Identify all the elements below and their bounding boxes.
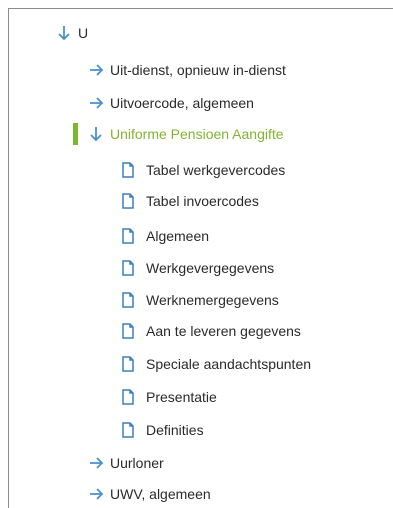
document-icon bbox=[120, 257, 136, 279]
document-icon bbox=[120, 386, 136, 408]
document-icon bbox=[120, 159, 136, 181]
arrow-right-icon bbox=[88, 59, 104, 81]
tree-node-label: Speciale aandachtspunten bbox=[146, 356, 312, 372]
tree-node-label: Uniforme Pensioen Aangifte bbox=[110, 126, 284, 142]
document-icon bbox=[120, 320, 136, 342]
tree-node-label: Uit-dienst, opnieuw in-dienst bbox=[110, 62, 286, 78]
document-icon bbox=[120, 190, 136, 212]
tree-node-label: Werkgevergegevens bbox=[146, 260, 275, 276]
arrow-right-icon bbox=[88, 452, 104, 474]
arrow-right-icon bbox=[88, 92, 104, 114]
tree-node-label: U bbox=[78, 25, 89, 41]
arrow-right-icon bbox=[88, 483, 104, 505]
document-icon bbox=[120, 225, 136, 247]
tree-node-label: Uitvoercode, algemeen bbox=[110, 95, 254, 111]
arrow-down-icon bbox=[88, 123, 104, 145]
tree-node-label: Algemeen bbox=[146, 228, 210, 244]
tree-node-label: Presentatie bbox=[146, 389, 217, 405]
tree-node-label: UWV, algemeen bbox=[110, 486, 211, 502]
tree-node-label: Werknemergegevens bbox=[146, 292, 279, 308]
arrow-down-icon bbox=[56, 22, 72, 44]
tree-node-label: Definities bbox=[146, 422, 204, 438]
document-icon bbox=[120, 353, 136, 375]
tree-node-label: Tabel invoercodes bbox=[146, 193, 259, 209]
tree-node-label: Tabel werkgevercodes bbox=[146, 162, 286, 178]
tree-node-label: Uurloner bbox=[110, 455, 164, 471]
document-icon bbox=[120, 419, 136, 441]
tree-node-label: Aan te leveren gegevens bbox=[146, 323, 301, 339]
selection-indicator bbox=[73, 123, 78, 145]
document-icon bbox=[120, 289, 136, 311]
